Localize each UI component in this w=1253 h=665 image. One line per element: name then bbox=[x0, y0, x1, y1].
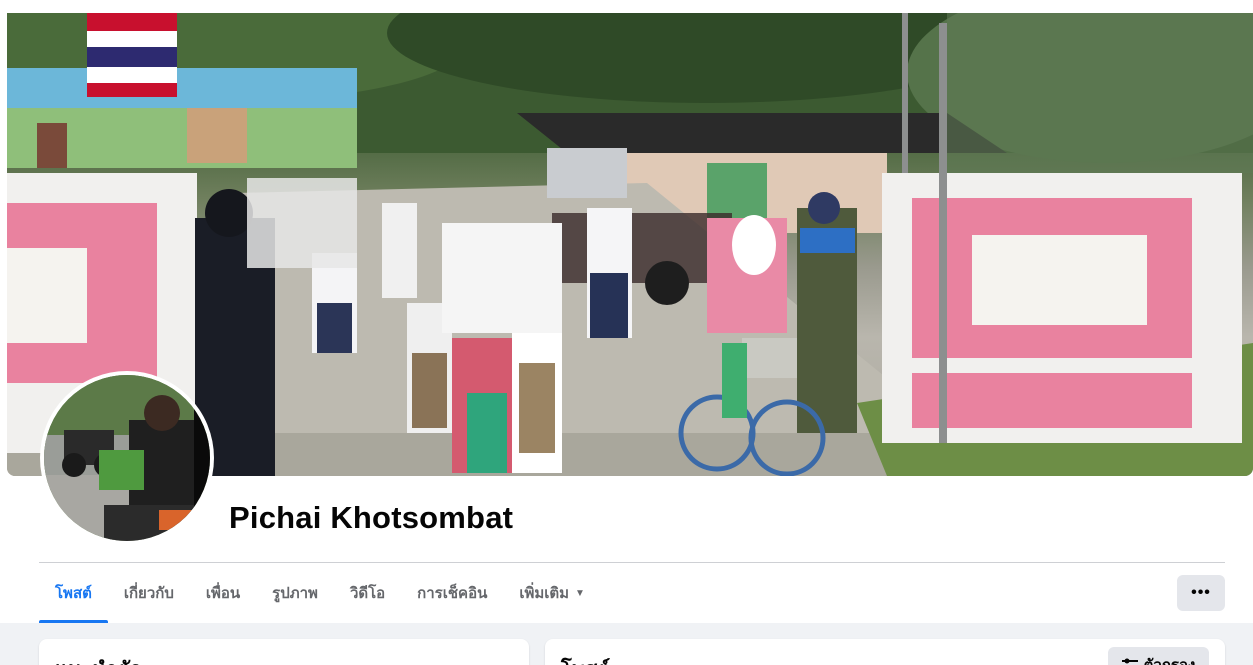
more-options-icon: ••• bbox=[1191, 584, 1211, 601]
tab-label: เพื่อน bbox=[205, 585, 241, 602]
avatar-illustration bbox=[44, 375, 210, 541]
tab-label: โพสต์ bbox=[55, 585, 92, 602]
top-strip bbox=[0, 0, 1253, 13]
caret-down-icon: ▼ bbox=[575, 587, 585, 599]
tab-label: วิดีโอ bbox=[349, 585, 386, 602]
profile-name: Pichai Khotsombat bbox=[229, 500, 514, 535]
tab-label: เกี่ยวกับ bbox=[123, 585, 174, 602]
filter-icon bbox=[1121, 658, 1138, 664]
tab-more[interactable]: เพิ่มเติม ▼ bbox=[503, 563, 601, 623]
profile-page: Pichai Khotsombat โพสต์ เกี่ยวกับ เพื่อน… bbox=[0, 0, 1253, 665]
more-options-button[interactable]: ••• bbox=[1177, 575, 1225, 611]
profile-tabs: โพสต์ เกี่ยวกับ เพื่อน รูปภาพ วิดีโอ การ… bbox=[39, 563, 601, 623]
intro-card-title: แนะนำตัว bbox=[55, 653, 141, 665]
posts-card-title: โพสต์ bbox=[561, 653, 610, 665]
tab-photos[interactable]: รูปภาพ bbox=[256, 563, 334, 623]
tab-posts[interactable]: โพสต์ bbox=[39, 563, 108, 623]
posts-card: โพสต์ ตัวกรอง bbox=[545, 639, 1225, 665]
tab-checkins[interactable]: การเช็คอิน bbox=[401, 563, 503, 623]
tab-label: เพิ่มเติม bbox=[519, 585, 570, 602]
filter-button[interactable]: ตัวกรอง bbox=[1108, 647, 1209, 665]
tab-videos[interactable]: วิดีโอ bbox=[334, 563, 401, 623]
tab-label: รูปภาพ bbox=[272, 585, 318, 602]
profile-avatar[interactable] bbox=[40, 371, 214, 545]
tab-label: การเช็คอิน bbox=[417, 585, 488, 602]
tab-about[interactable]: เกี่ยวกับ bbox=[108, 563, 190, 623]
avatar-image bbox=[44, 375, 210, 541]
intro-card: แนะนำตัว bbox=[39, 639, 529, 665]
filter-label: ตัวกรอง bbox=[1144, 653, 1196, 665]
tab-friends[interactable]: เพื่อน bbox=[190, 563, 256, 623]
